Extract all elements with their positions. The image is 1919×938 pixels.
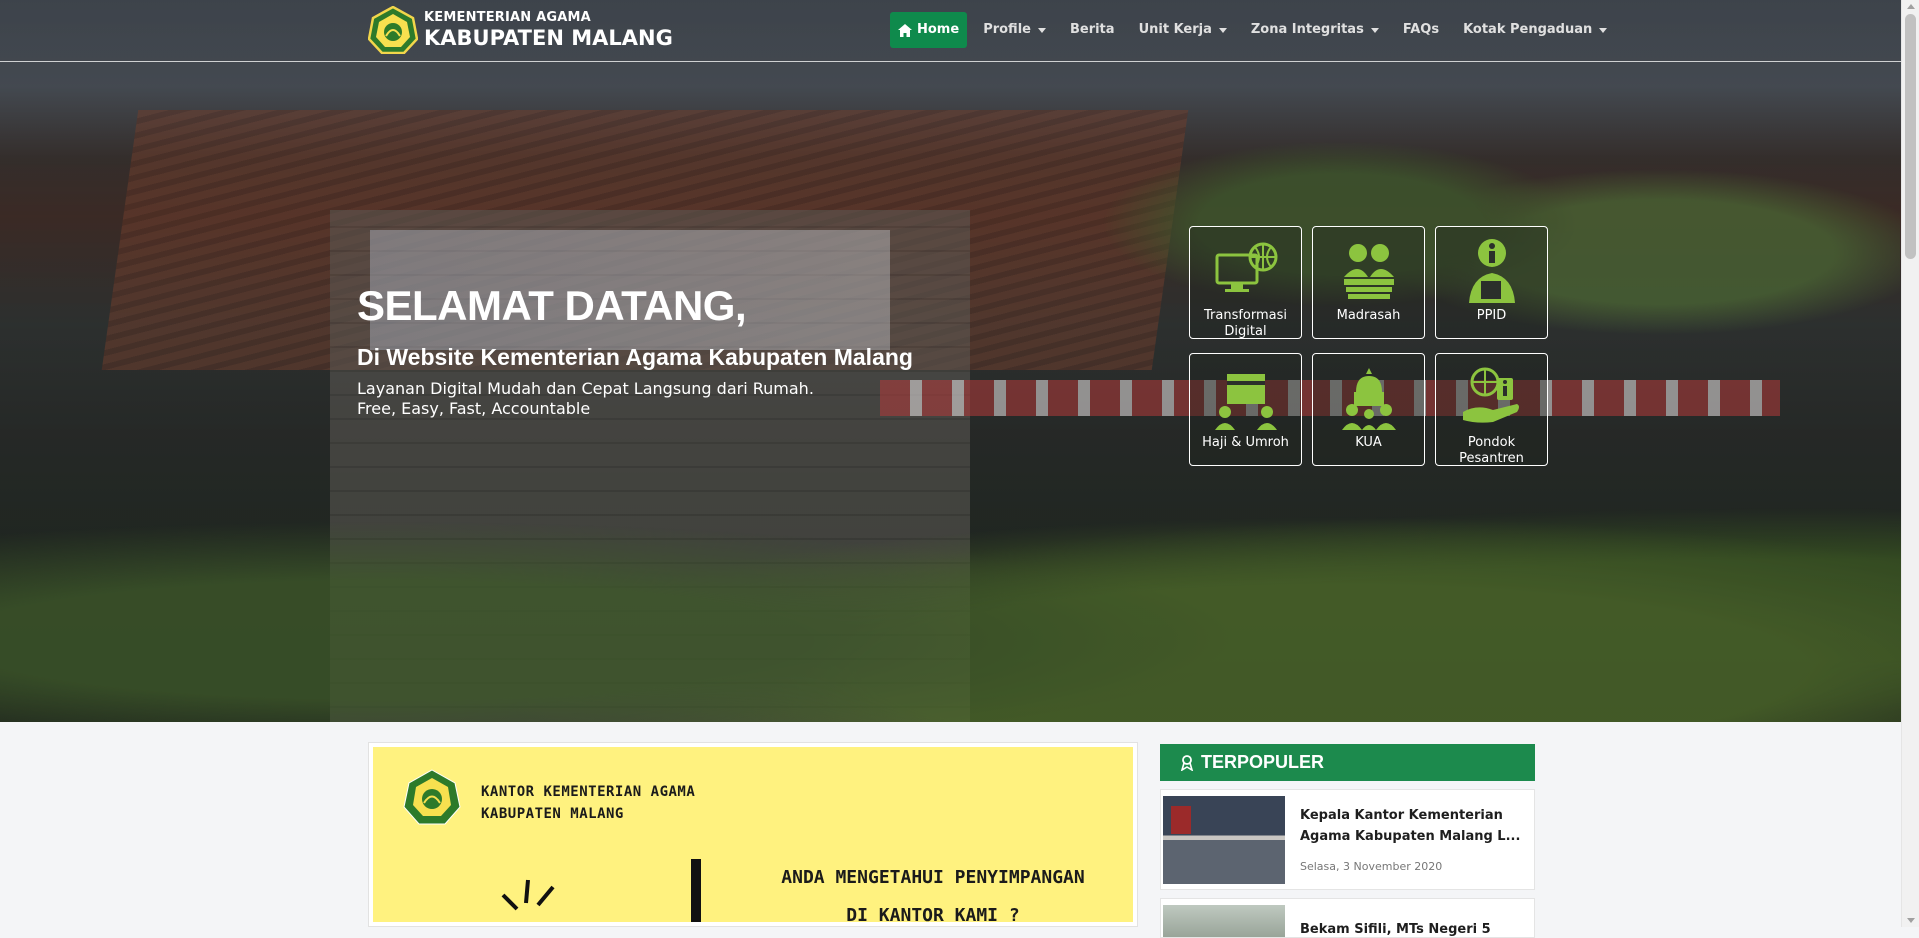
nav-kotak-pengaduan[interactable]: Kotak Pengaduan [1451, 12, 1619, 48]
nav-kotak-pengaduan-label: Kotak Pengaduan [1463, 22, 1593, 37]
banner-divider [691, 859, 701, 922]
nav-home-label: Home [917, 22, 960, 37]
hero-line1: Layanan Digital Mudah dan Cepat Langsung… [357, 379, 814, 398]
tile-transformasi-digital[interactable]: Transformasi Digital [1189, 226, 1302, 339]
banner-org: KANTOR KEMENTERIAN AGAMA KABUPATEN MALAN… [481, 781, 695, 825]
hero-text: SELAMAT DATANG, Di Website Kementerian A… [357, 282, 913, 419]
banner-question: ANDA MENGETAHUI PENYIMPANGAN DI KANTOR K… [743, 859, 1123, 922]
nav-zona-integritas[interactable]: Zona Integritas [1239, 12, 1391, 48]
info-person-icon [1468, 239, 1515, 303]
nav-home[interactable]: Home [890, 12, 968, 48]
award-icon [1180, 754, 1194, 771]
tile-kua[interactable]: KUA [1312, 353, 1425, 466]
popular-heading: TERPOPULER [1160, 744, 1535, 781]
hand-info-icon [1462, 367, 1519, 423]
brand-line2: KABUPATEN MALANG [424, 26, 673, 50]
nav-profile[interactable]: Profile [971, 12, 1058, 48]
banner-question-line1: ANDA MENGETAHUI PENYIMPANGAN [781, 867, 1085, 888]
post-thumbnail[interactable] [1163, 796, 1285, 884]
caret-down-icon [1037, 27, 1046, 33]
kemenag-logo-icon [368, 6, 418, 54]
hero-section: KEMENTERIAN AGAMA KABUPATEN MALANG Home … [0, 0, 1901, 722]
scrollbar-thumb[interactable] [1905, 14, 1916, 259]
popular-post[interactable]: Kepala Kantor Kementerian Agama Kabupate… [1160, 789, 1535, 890]
tile-label: Madrasah [1336, 308, 1401, 323]
hero-background-garden [0, 430, 1901, 722]
hero-title: SELAMAT DATANG, [357, 282, 747, 329]
tile-label: Pondok Pesantren [1459, 435, 1524, 466]
caret-down-icon [1599, 27, 1608, 33]
banner-org-line1: KANTOR KEMENTERIAN AGAMA [481, 784, 696, 800]
home-icon [898, 23, 912, 37]
kemenag-logo-icon [403, 769, 461, 825]
service-tiles: Transformasi Digital Madrasah PPID Haji … [1189, 226, 1549, 466]
lightbulb-rays-icon [501, 879, 555, 911]
tile-label: PPID [1476, 308, 1507, 323]
popular-post[interactable]: Bekam Sifili, MTs Negeri 5 Malang [1160, 898, 1535, 938]
nav-unit-kerja-label: Unit Kerja [1138, 22, 1212, 37]
tile-label: Transformasi Digital [1203, 308, 1287, 339]
main-nav: Home Profile Berita Unit Kerja Zona Inte… [890, 12, 1619, 48]
brand[interactable]: KEMENTERIAN AGAMA KABUPATEN MALANG [368, 6, 673, 54]
tile-madrasah[interactable]: Madrasah [1312, 226, 1425, 339]
caret-down-icon [1218, 27, 1227, 33]
tile-label: Haji & Umroh [1202, 435, 1289, 450]
hero-subtitle: Di Website Kementerian Agama Kabupaten M… [357, 344, 913, 370]
banner-question-line2: DI KANTOR KAMI ? [846, 905, 1020, 922]
hero-description: Layanan Digital Mudah dan Cepat Langsung… [357, 379, 913, 419]
scroll-down-arrow-icon[interactable] [1907, 918, 1915, 923]
mosque-family-icon [1341, 368, 1396, 430]
tile-pondok-pesantren[interactable]: Pondok Pesantren [1435, 353, 1548, 466]
post-title[interactable]: Kepala Kantor Kementerian Agama Kabupate… [1300, 805, 1525, 847]
tile-ppid[interactable]: PPID [1435, 226, 1548, 339]
banner-org-line2: KABUPATEN MALANG [481, 806, 624, 822]
post-date: Selasa, 3 November 2020 [1300, 860, 1443, 873]
page-scrollbar[interactable] [1901, 0, 1919, 927]
nav-faqs-label: FAQs [1402, 22, 1440, 37]
scroll-up-arrow-icon[interactable] [1907, 4, 1915, 9]
students-books-icon [1343, 244, 1394, 299]
tile-haji-umroh[interactable]: Haji & Umroh [1189, 353, 1302, 466]
pengaduan-banner[interactable]: KANTOR KEMENTERIAN AGAMA KABUPATEN MALAN… [368, 742, 1138, 927]
computer-globe-icon [1215, 242, 1277, 292]
nav-zona-integritas-label: Zona Integritas [1250, 22, 1364, 37]
kaaba-icon [1214, 374, 1277, 430]
popular-heading-label: TERPOPULER [1201, 752, 1325, 772]
nav-faqs[interactable]: FAQs [1391, 12, 1451, 48]
nav-berita[interactable]: Berita [1058, 12, 1127, 48]
nav-profile-label: Profile [983, 22, 1031, 37]
post-title[interactable]: Bekam Sifili, MTs Negeri 5 Malang [1300, 919, 1525, 937]
nav-unit-kerja[interactable]: Unit Kerja [1127, 12, 1239, 48]
brand-line1: KEMENTERIAN AGAMA [424, 10, 591, 25]
top-navbar: KEMENTERIAN AGAMA KABUPATEN MALANG Home … [0, 0, 1901, 62]
caret-down-icon [1370, 27, 1379, 33]
sidebar-popular: TERPOPULER Kepala Kantor Kementerian Aga… [1160, 744, 1535, 938]
nav-berita-label: Berita [1069, 22, 1115, 37]
post-thumbnail[interactable] [1163, 905, 1285, 937]
tile-label: KUA [1355, 435, 1382, 450]
hero-line2: Free, Easy, Fast, Accountable [357, 399, 591, 418]
